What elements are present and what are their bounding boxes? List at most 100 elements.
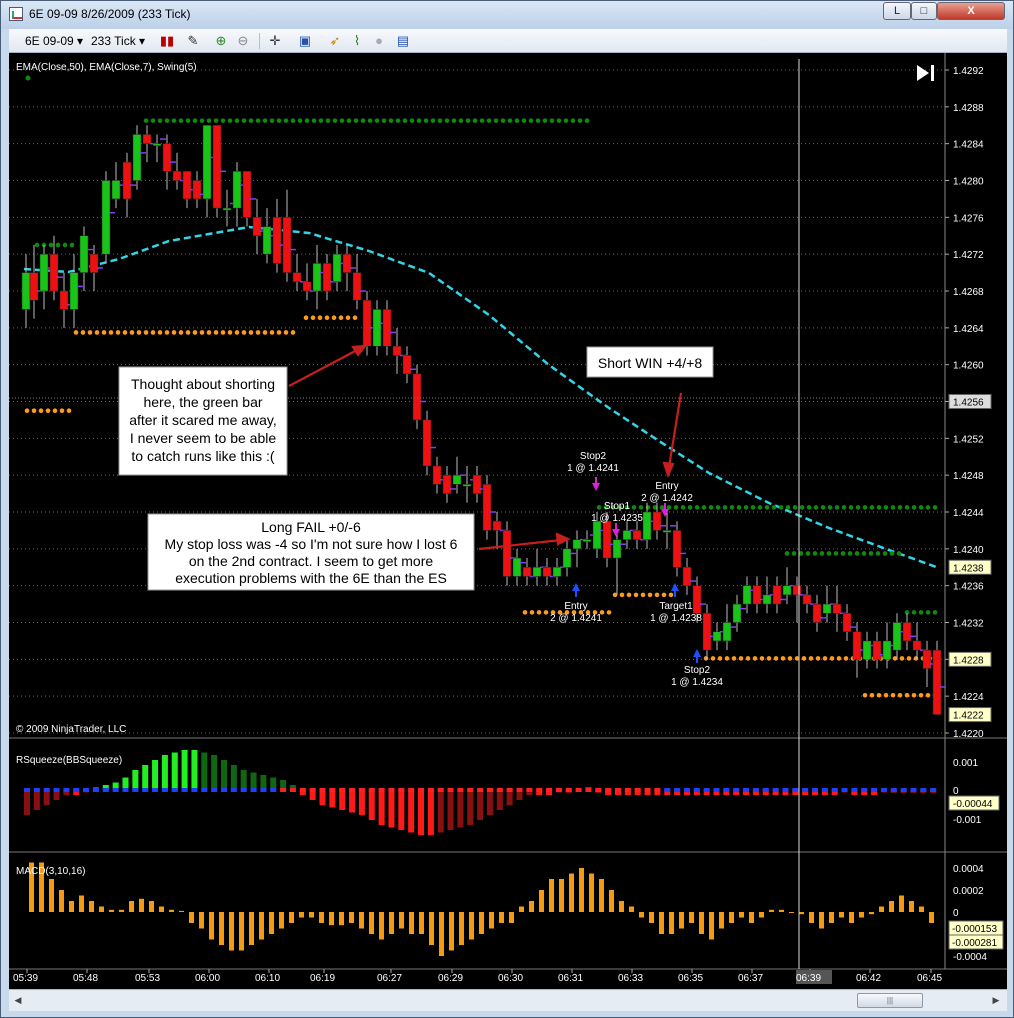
candle-up (822, 603, 832, 614)
squeeze-dot (752, 788, 759, 792)
candle-down (59, 290, 69, 310)
macd-bar (119, 909, 124, 912)
swing-dot (911, 692, 917, 698)
scrollbar-thumb[interactable]: ||| (857, 993, 923, 1008)
squeeze-dot (289, 788, 296, 792)
rsqueeze-bar (368, 790, 375, 820)
swing-dot (352, 315, 358, 321)
interval-selector[interactable]: 233 Tick ▾ (91, 32, 145, 50)
indicator-icon[interactable]: ⌇ (349, 33, 365, 49)
macd-tick-label: 0.0002 (953, 886, 984, 897)
rsqueeze-bar (250, 772, 257, 790)
macd-bar (499, 912, 504, 923)
globe-icon[interactable]: ● (371, 33, 387, 49)
zoom-out-icon[interactable]: ⊖ (235, 33, 251, 49)
data-box-icon[interactable]: ▤ (395, 33, 411, 49)
rsqueeze-bar (132, 770, 139, 790)
macd-bar (799, 912, 804, 915)
annotation-line: Short WIN +4/+8 (598, 355, 702, 371)
candle-down (492, 520, 502, 531)
close-button[interactable]: X (937, 2, 1005, 20)
macd-bar (349, 912, 354, 923)
swing-dot (638, 505, 644, 510)
macd-bar (49, 879, 54, 912)
swing-dot (766, 656, 772, 661)
candle-up (132, 134, 142, 181)
macd-bar (649, 912, 654, 923)
swing-dot (185, 118, 191, 123)
horizontal-scrollbar[interactable]: ◀ ||| ▶ (9, 989, 1007, 1011)
swing-dot (759, 656, 765, 661)
swing-dot (722, 505, 728, 510)
time-tick-label: 06:39 (796, 973, 821, 984)
time-tick-label: 06:35 (678, 973, 703, 984)
squeeze-dot (762, 788, 769, 792)
squeeze-dot (496, 788, 503, 792)
swing-dot (918, 692, 924, 698)
swing-dot (24, 408, 30, 414)
swing-dot (911, 610, 917, 615)
rsqueeze-bar (349, 790, 356, 813)
candle-down (932, 649, 942, 715)
price-marker-label: 1.4238 (953, 563, 984, 574)
properties-icon[interactable]: ▣ (297, 33, 313, 49)
candle-down (652, 511, 662, 531)
candle-down (322, 263, 332, 292)
maximize-button[interactable]: □ (911, 2, 937, 20)
rsqueeze-bar (408, 790, 415, 833)
instrument-selector[interactable]: 6E 09-09 ▾ (25, 32, 83, 50)
annotation-line: My stop loss was -4 so I'm not sure how … (165, 536, 458, 552)
swing-dot (318, 118, 324, 123)
interval-label: 233 Tick (91, 34, 136, 48)
squeeze-dot (605, 788, 612, 792)
title-bar[interactable]: 6E 09-09 8/26/2009 (233 Tick) L □ X (1, 1, 1013, 29)
squeeze-dot (181, 788, 188, 792)
candle-down (242, 171, 252, 218)
strategy-icon[interactable]: ➶ (327, 33, 343, 49)
squeeze-dot (63, 788, 70, 792)
squeeze-dot (555, 788, 562, 792)
squeeze-dot (102, 788, 109, 792)
swing-dot (248, 118, 254, 123)
squeeze-dot (861, 788, 868, 792)
price-marker-label: 1.4222 (953, 711, 984, 722)
macd-bar (599, 879, 604, 912)
chart-area[interactable]: Stop2 1 @ 1.4241 Stop1 1 @ 1.4235 Entry 2 @ 1… (9, 53, 1007, 989)
candlestick-icon[interactable]: ▮▮ (159, 33, 175, 49)
swing-dot (38, 408, 44, 414)
swing-dot (31, 408, 37, 414)
candle-up (562, 548, 572, 568)
price-tick-label: 1.4272 (953, 250, 984, 261)
crosshair-icon[interactable]: ✛ (267, 33, 283, 49)
rsqueeze-label: RSqueeze(BBSqueeze) (16, 755, 122, 766)
trade-label-detail: 1 @ 1.4235 (591, 513, 643, 524)
candle-up (882, 640, 892, 660)
swing-dot (171, 118, 177, 123)
swing-dot (150, 118, 156, 123)
trade-label-name: Entry (655, 481, 678, 492)
scroll-right-icon[interactable]: ▶ (989, 993, 1003, 1007)
swing-dot (283, 118, 289, 123)
swing-dot (834, 505, 840, 510)
minimize-button[interactable]: L (883, 2, 911, 20)
zoom-in-icon[interactable]: ⊕ (213, 33, 229, 49)
swing-dot (444, 118, 450, 123)
annotation-line: Long FAIL +0/-6 (261, 519, 361, 535)
candle-down (89, 253, 99, 273)
candle-down (922, 649, 932, 669)
squeeze-dot (595, 788, 602, 792)
candle-down (272, 217, 282, 264)
swing-dot (703, 656, 709, 661)
macd-bar (579, 868, 584, 912)
macd-bar (209, 912, 214, 940)
swing-dot (778, 505, 784, 510)
scroll-left-icon[interactable]: ◀ (11, 993, 25, 1007)
pencil-icon[interactable]: ✎ (185, 33, 201, 49)
macd-bar (919, 906, 924, 912)
swing-dot (345, 315, 351, 321)
macd-bar (149, 901, 154, 912)
macd-bar (89, 901, 94, 912)
macd-bar (439, 912, 444, 956)
rsqueeze-bar (388, 790, 395, 828)
swing-dot (738, 656, 744, 661)
